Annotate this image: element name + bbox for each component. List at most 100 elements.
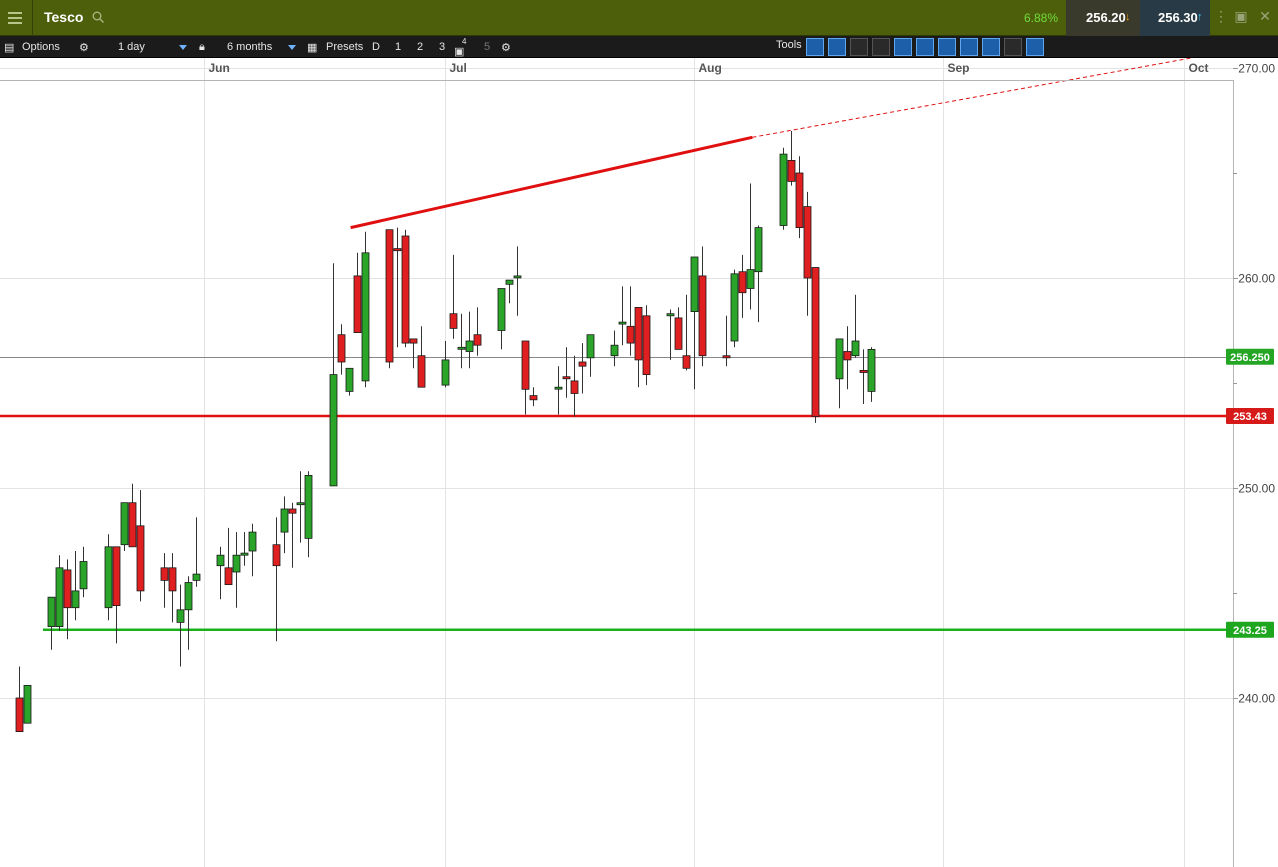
tag-tool-icon[interactable] — [982, 38, 1000, 56]
candle-down — [449, 313, 458, 329]
candle-down — [674, 317, 683, 350]
candle-down — [562, 376, 571, 380]
chevron-down-icon[interactable] — [179, 45, 187, 50]
candle-up — [47, 596, 56, 628]
candle-up — [248, 531, 257, 552]
instrument-title: Tesco — [44, 9, 84, 25]
candle-down — [722, 355, 731, 359]
x-tick-label: Jul — [450, 61, 467, 75]
candle-down — [682, 355, 691, 369]
y-tick-label: 240.00 — [1238, 692, 1275, 706]
x-tick-label: Sep — [948, 61, 970, 75]
close-icon[interactable]: ✕ — [1256, 8, 1274, 28]
candle-down — [698, 275, 707, 357]
candle-down — [521, 340, 530, 390]
candle-up — [232, 554, 241, 573]
candle-down — [795, 172, 804, 228]
grip-icon[interactable]: ⋮ — [1212, 8, 1230, 28]
candle-down — [409, 338, 418, 344]
price-chart[interactable]: Jun Jul Aug Sep Oct 240.00 250.00 260.00 270.00 2… — [0, 58, 1278, 867]
copy-tool-icon[interactable] — [938, 38, 956, 56]
x-tick-label: Aug — [699, 61, 722, 75]
x-tick-label: Oct — [1189, 61, 1209, 75]
candle-up — [216, 554, 225, 567]
options-button[interactable]: Options — [22, 41, 60, 53]
top-bar: Tesco 6.88% 256.20 ↓ 256.30 ↑ ⋮ ▣ ✕ — [0, 0, 1278, 36]
preset-button-3[interactable]: 3 — [439, 41, 445, 53]
candle-up — [618, 321, 627, 325]
arrow-down-icon: ↓ — [1125, 11, 1131, 23]
print-icon[interactable] — [1004, 38, 1022, 56]
interval-select[interactable]: 1 day — [118, 41, 145, 53]
text-tool-icon[interactable] — [850, 38, 868, 56]
buy-price-button[interactable]: 256.30 ↑ — [1140, 0, 1210, 36]
presets-label: Presets — [326, 41, 364, 53]
candle-down — [473, 334, 482, 346]
preset-button-4[interactable]: 4 — [462, 37, 466, 46]
candle-up — [79, 561, 88, 590]
candle-down — [353, 275, 362, 333]
candle-up — [457, 346, 466, 350]
sell-price: 256.20 — [1086, 10, 1126, 25]
arrow-up-icon: ↑ — [1197, 11, 1203, 23]
candle-down — [570, 380, 579, 394]
candle-down — [160, 567, 169, 581]
period-select[interactable]: 6 months — [227, 41, 272, 53]
candle-up — [586, 334, 595, 359]
search-icon[interactable] — [92, 11, 104, 23]
candle-down — [401, 235, 410, 344]
curve-tool-icon[interactable] — [828, 38, 846, 56]
support-price-label: 243.25 — [1233, 625, 1267, 637]
candle-up — [23, 685, 32, 724]
candle-up — [835, 338, 844, 380]
sell-price-button[interactable]: 256.20 ↓ — [1066, 0, 1140, 36]
y-tick-label: 250.00 — [1238, 482, 1275, 496]
options-icon[interactable]: ▤ — [4, 41, 14, 54]
candle-up — [867, 348, 876, 392]
candle-up — [746, 269, 755, 289]
candle-up — [730, 273, 739, 342]
candle-down — [417, 355, 426, 388]
candle-up — [851, 340, 860, 357]
candle-down — [393, 248, 402, 252]
candle-up — [513, 275, 522, 279]
candle-down — [128, 502, 137, 548]
candle-up — [240, 552, 249, 556]
tools-label: Tools — [776, 39, 802, 51]
preset-button-5[interactable]: 5 — [484, 41, 490, 53]
back-arrow-icon[interactable] — [806, 38, 824, 56]
candle-up — [497, 288, 506, 331]
candle-up — [779, 153, 788, 226]
candle-down — [136, 525, 145, 592]
save-icon[interactable]: ▣ — [454, 45, 464, 58]
popout-icon[interactable]: ▣ — [1232, 8, 1250, 28]
settings-gear-icon[interactable]: ⚙ — [79, 41, 89, 54]
preset-button-d[interactable]: D — [372, 41, 380, 53]
preset-settings-gear-icon[interactable]: ⚙ — [501, 41, 511, 54]
lock-icon[interactable]: 🔒︎ — [199, 41, 205, 54]
calendar-icon[interactable]: ▦ — [307, 41, 317, 54]
fibonacci-tool-icon[interactable] — [894, 38, 912, 56]
candle-up — [554, 386, 563, 390]
chevron-down-icon[interactable] — [288, 45, 296, 50]
resistance-price-label: 253.43 — [1233, 411, 1267, 423]
preset-button-1[interactable]: 1 — [395, 41, 401, 53]
x-tick-label: Jun — [209, 61, 230, 75]
candle-tool-icon[interactable] — [916, 38, 934, 56]
y-tick-label: 260.00 — [1238, 272, 1275, 286]
candle-up — [610, 344, 619, 357]
indicator-tool-icon[interactable] — [960, 38, 978, 56]
y-tick-label: 270.00 — [1238, 62, 1275, 76]
candle-down — [859, 369, 868, 373]
candle-up — [666, 313, 675, 317]
menu-icon[interactable] — [0, 0, 32, 36]
candle-up — [361, 252, 370, 382]
change-percent: 6.88% — [1023, 11, 1058, 25]
candle-down — [626, 325, 635, 344]
candle-down — [787, 160, 796, 182]
candle-up — [280, 508, 289, 533]
tools-settings-icon[interactable] — [1026, 38, 1044, 56]
preset-button-2[interactable]: 2 — [417, 41, 423, 53]
grid-tool-icon[interactable] — [872, 38, 890, 56]
candle-down — [112, 546, 121, 606]
